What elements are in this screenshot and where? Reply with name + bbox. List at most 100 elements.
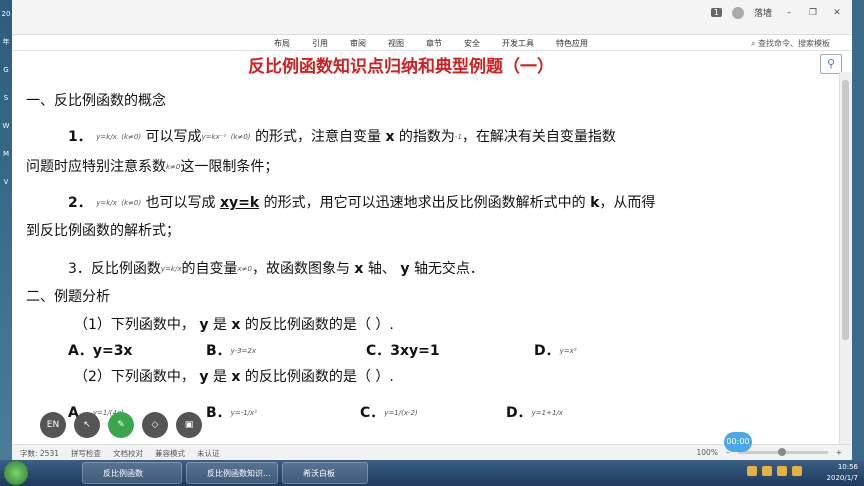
text: 的形式，注意自变量 [254,129,381,145]
formula: y=1/(x-2) [384,409,418,417]
desktop-label: V [3,178,9,186]
menu-view[interactable]: 视图 [388,38,404,49]
tray-icon[interactable] [792,466,802,476]
tray-icon[interactable] [777,466,787,476]
text: ，在解决有关自变量指数 [461,129,616,145]
formula: y=x² [559,347,577,355]
compat-mode: 兼容模式 [155,449,185,458]
option-label: B． [206,405,231,421]
variable: y [199,317,209,333]
search-input[interactable]: 查找命令、搜索模板 [758,39,830,48]
text: （1）下列函数中， [74,317,195,333]
text: ，从而得 [599,195,656,211]
menu-security[interactable]: 安全 [464,38,480,49]
notification-badge[interactable]: 1 [710,8,722,17]
title-bar: 1 落墙 – ❐ ✕ [12,0,852,35]
text: 轴无交点． [413,261,484,277]
desktop-label: G [3,66,9,74]
item-number: 1． [68,129,92,145]
clock-date: 2020/1/7 [826,474,858,482]
menu-features[interactable]: 特色应用 [556,38,588,49]
avatar[interactable] [731,6,744,19]
user-name[interactable]: 落墙 [754,6,772,19]
option-label: C． [360,405,385,421]
taskbar-item-whiteboard[interactable]: 希沃白板 [282,462,368,484]
formula: y=1+1/x [531,409,563,417]
desktop-label: W [2,122,10,130]
formula: y=k/x [96,199,117,207]
formula: y=k/x [160,265,182,273]
minimize-button[interactable]: – [782,8,796,18]
option-label: B． [206,343,231,359]
restore-button[interactable]: ❐ [806,8,820,18]
formula: y=-1/x² [230,409,257,417]
eraser-icon[interactable]: ◇ [142,412,168,438]
close-button[interactable]: ✕ [830,8,844,18]
formula: -1 [454,133,462,141]
variable: x [385,129,395,145]
variable: x [231,369,241,385]
desktop-label: 年 [2,38,10,46]
language-en-icon[interactable]: EN [40,412,66,438]
window-controls: 1 落墙 – ❐ ✕ [710,6,844,19]
scrollbar-thumb[interactable] [842,80,849,340]
pointer-icon[interactable]: ↖ [74,412,100,438]
menu-references[interactable]: 引用 [312,38,328,49]
text: 的形式，用它可以迅速地求出反比例函数解析式中的 [263,195,586,211]
formula: xy=k [219,195,260,211]
menu-sections[interactable]: 章节 [426,38,442,49]
zoom-slider[interactable] [737,448,828,456]
word-count[interactable]: 字数: 2531 [20,448,59,459]
zoom-in-button[interactable]: + [836,448,842,457]
floating-toolbar: EN ↖ ✎ ◇ ▣ [40,412,202,438]
menu-review[interactable]: 审阅 [350,38,366,49]
tray-icon[interactable] [762,466,772,476]
text: 是 [212,317,227,333]
screenshot-icon[interactable]: ▣ [176,412,202,438]
tray-icon[interactable] [747,466,757,476]
doc-title: 反比例函数知识点归纳和典型例题（一） [248,57,554,77]
start-button[interactable] [4,461,28,485]
taskbar: 反比例函数 反比例函数知识... 希沃白板 10:56 2020/1/7 [0,460,864,486]
q2-option-c: C．y=1/(x-2) [360,402,418,422]
zoom-level[interactable]: 100% [697,448,718,457]
auth-status[interactable]: 未认证 [197,448,220,459]
paragraph-2-line-2: 到反比例函数的解析式； [26,223,180,239]
clock[interactable]: 10:56 2020/1/7 [827,462,858,484]
document-page[interactable]: 反比例函数知识点归纳和典型例题（一） 一、反比例函数的概念 1． y=k/x (… [18,50,828,446]
formula: y=k/x [96,133,117,141]
q2-option-b: B．y=-1/x² [206,402,257,422]
text: 的指数为 [398,129,455,145]
variable: y [199,369,209,385]
text: ，故函数图象与 [251,261,350,277]
zoom-slider-knob[interactable] [777,448,786,456]
option-label: D． [506,405,532,421]
paragraph-3: 3．反比例函数y=k/x的自变量x≠0，故函数图象与 x 轴、 y 轴无交点． [68,258,484,278]
vertical-scrollbar[interactable] [839,72,852,444]
menu-developer[interactable]: 开发工具 [502,38,534,49]
search-icon: ⌕ [750,39,758,48]
q2-option-d: D．y=1+1/x [506,402,563,422]
option-label: D． [534,343,560,359]
variable: x [354,261,364,277]
recording-timer[interactable]: 00:00 [724,432,752,452]
menu-layout[interactable]: 布局 [274,38,290,49]
text: 也可以写成 [145,195,216,211]
formula: (k≠0) [121,133,142,141]
desktop-strip: 20 年 G S W M V [0,0,12,460]
taskbar-item-folder[interactable]: 反比例函数 [82,462,182,484]
formula: y-3=2x [230,347,257,355]
variable: y [400,261,410,277]
text: 3．反比例函数 [68,261,161,277]
spell-check[interactable]: 拼写检查 [71,448,101,459]
q1-option-c: C．3xy=1 [366,343,440,359]
command-search[interactable]: ⌕ 查找命令、搜索模板 [751,38,830,49]
q1-option-a: A．y=3x [68,343,133,359]
q1-option-d: D．y=x² [534,340,577,360]
desktop-label: S [3,94,9,102]
taskbar-item-wps[interactable]: 反比例函数知识... [186,462,278,484]
pen-icon[interactable]: ✎ [108,412,134,438]
text: 的反比例函数的是（ ）. [244,317,394,333]
text: 可以写成 [145,129,202,145]
doc-proofread[interactable]: 文档校对 [113,448,143,459]
